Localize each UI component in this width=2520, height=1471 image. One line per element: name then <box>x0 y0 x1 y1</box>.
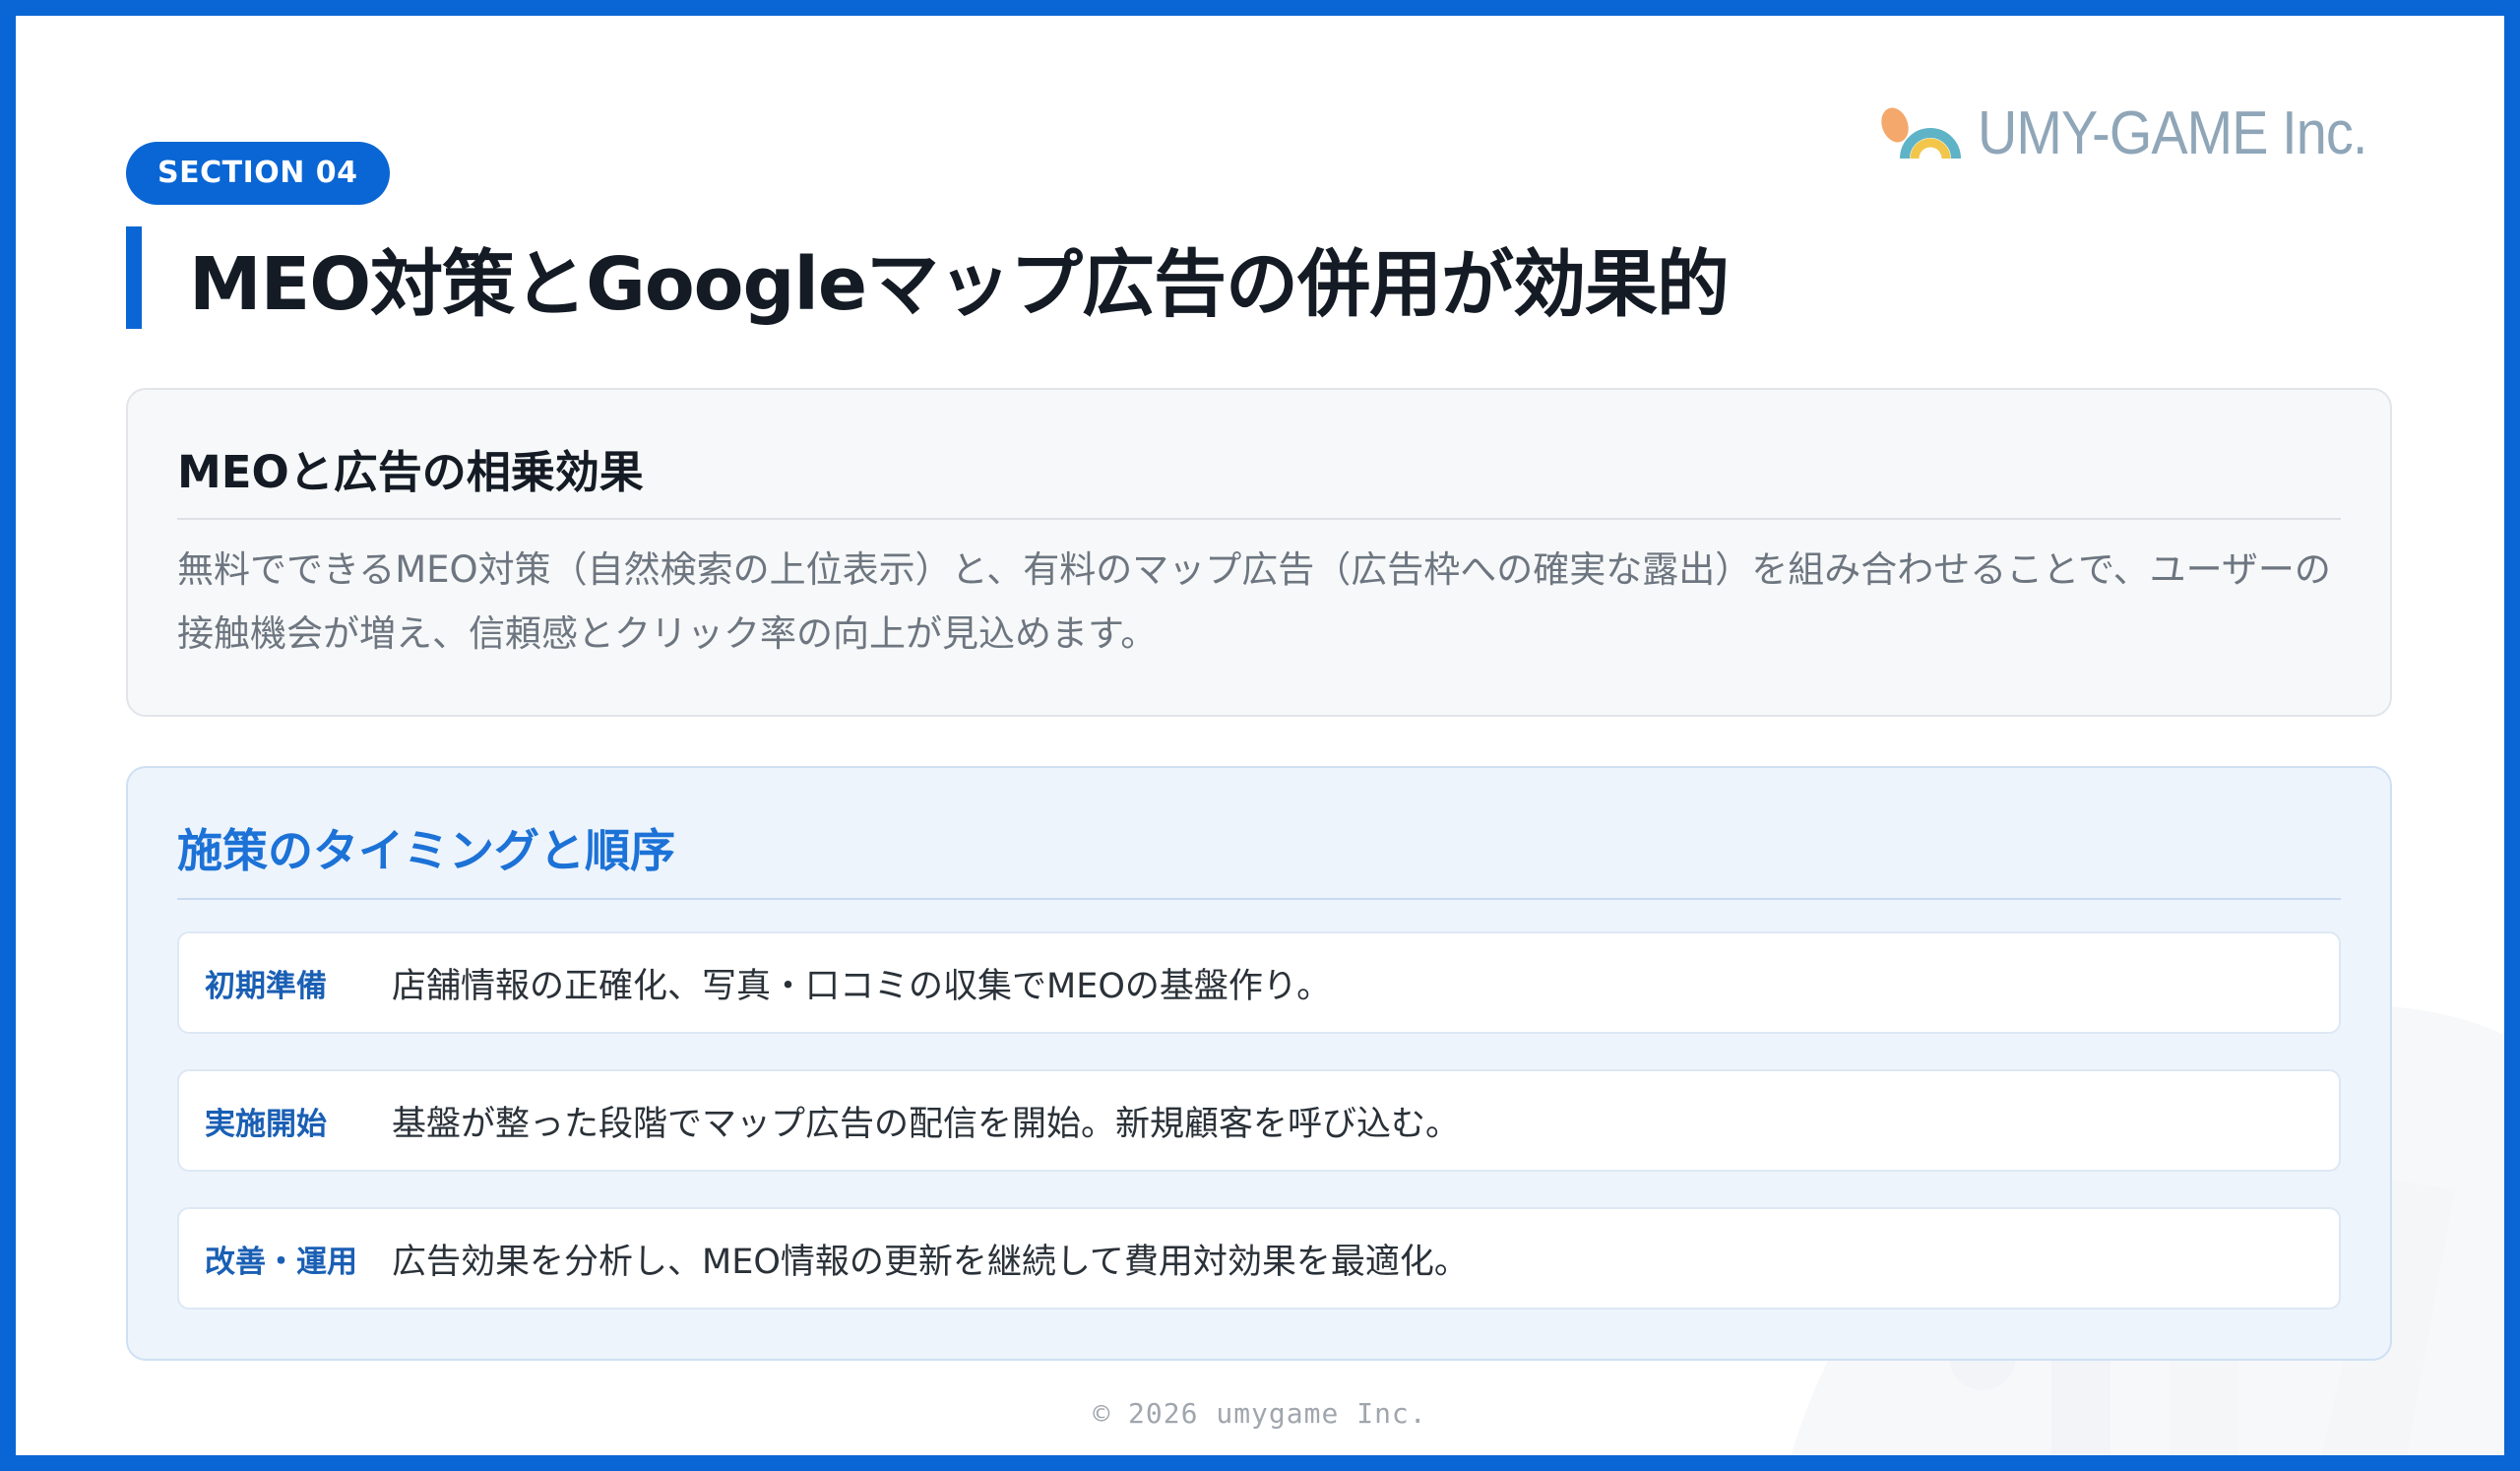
timing-card: 施策のタイミングと順序 初期準備 店舗情報の正確化、写真・口コミの収集でMEOの… <box>126 766 2392 1361</box>
step-item-improvement: 改善・運用 広告効果を分析し、MEO情報の更新を継続して費用対効果を最適化。 <box>177 1207 2341 1310</box>
step-text: 店舗情報の正確化、写真・口コミの収集でMEOの基盤作り。 <box>392 966 1332 1006</box>
page-title: MEO対策とGoogleマップ広告の併用が効果的 <box>189 241 1730 327</box>
synergy-card: MEOと広告の相乗効果 無料でできるMEO対策（自然検索の上位表示）と、有料のマ… <box>126 388 2392 717</box>
section-badge: SECTION 04 <box>126 142 390 205</box>
step-label: 改善・運用 <box>205 1244 357 1280</box>
step-label: 実施開始 <box>205 1106 327 1142</box>
step-label: 初期準備 <box>205 968 327 1004</box>
step-item-launch: 実施開始 基盤が整った段階でマップ広告の配信を開始。新規顧客を呼び込む。 <box>177 1069 2341 1172</box>
title-block: MEO対策とGoogleマップ広告の併用が効果的 <box>126 226 1730 329</box>
logo-text: UMY-GAME Inc. <box>1977 99 2367 167</box>
step-text: 広告効果を分析し、MEO情報の更新を継続して費用対効果を最適化。 <box>392 1242 1469 1282</box>
slide: UMY-GAME Inc. SECTION 04 MEO対策とGoogleマップ… <box>0 0 2520 1471</box>
logo-mark-icon <box>1880 107 1961 159</box>
step-list: 初期準備 店舗情報の正確化、写真・口コミの収集でMEOの基盤作り。 実施開始 基… <box>177 931 2341 1310</box>
synergy-card-body: 無料でできるMEO対策（自然検索の上位表示）と、有料のマップ広告（広告枠への確実… <box>177 548 2331 655</box>
step-item-initial-prep: 初期準備 店舗情報の正確化、写真・口コミの収集でMEOの基盤作り。 <box>177 931 2341 1034</box>
synergy-card-title: MEOと広告の相乗効果 <box>177 443 2341 520</box>
title-accent-bar <box>126 226 142 329</box>
footer-copyright: © 2026 umygame Inc. <box>1093 1397 1427 1430</box>
step-text: 基盤が整った段階でマップ広告の配信を開始。新規顧客を呼び込む。 <box>392 1104 1461 1144</box>
company-logo: UMY-GAME Inc. <box>1875 98 2410 168</box>
timing-card-title: 施策のタイミングと順序 <box>177 819 2341 900</box>
